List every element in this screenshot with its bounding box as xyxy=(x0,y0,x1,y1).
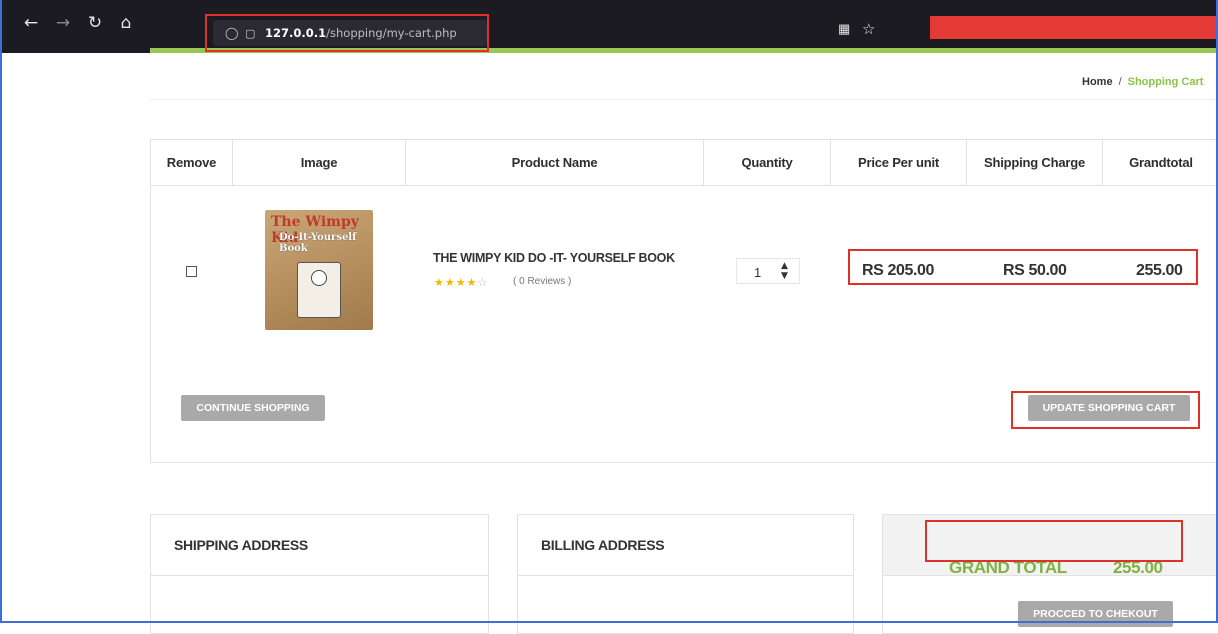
col-quantity: Quantity xyxy=(704,140,831,185)
url-host: 127.0.0.1 xyxy=(265,26,327,40)
grandtotal-value: 255.00 xyxy=(1136,262,1183,279)
product-image[interactable]: The Wimpy Kid Do-It-Yourself Book xyxy=(265,210,373,330)
breadcrumb-separator: / xyxy=(1118,76,1122,88)
grand-total-panel: GRAND TOTAL 255.00 PROCCED TO CHEKOUT xyxy=(882,514,1218,634)
grand-total-label: GRAND TOTAL xyxy=(949,558,1067,577)
stepper-arrows-icon[interactable]: ▲ ▼ xyxy=(781,261,788,281)
browser-toolbar: ← → ↻ ⌂ ◯ ▢ 127.0.0.1/shopping/my-cart.php… xyxy=(0,0,1218,53)
grand-total-value: 255.00 xyxy=(1113,558,1163,577)
redacted-area xyxy=(930,16,1216,39)
col-image: Image xyxy=(233,140,406,185)
col-remove: Remove xyxy=(151,140,233,185)
divider xyxy=(150,99,1218,100)
review-count: ( 0 Reviews ) xyxy=(513,276,572,287)
col-shipping: Shipping Charge xyxy=(967,140,1103,185)
billing-address-title: BILLING ADDRESS xyxy=(518,515,853,576)
page-icon: ▢ xyxy=(245,27,256,40)
breadcrumb-current: Shopping Cart xyxy=(1127,76,1204,88)
breadcrumb-home[interactable]: Home xyxy=(1082,76,1113,88)
unit-price: RS 205.00 xyxy=(862,262,935,279)
url-path: /shopping/my-cart.php xyxy=(326,26,457,40)
qr-code-icon[interactable]: ▦ xyxy=(838,22,852,36)
quantity-stepper[interactable]: 1 ▲ ▼ xyxy=(736,258,800,284)
home-icon[interactable]: ⌂ xyxy=(115,12,137,34)
rating-stars: ★★★★☆ xyxy=(434,276,489,289)
product-name[interactable]: THE WIMPY KID DO -IT- YOURSELF BOOK xyxy=(433,251,675,265)
shipping-address-title: SHIPPING ADDRESS xyxy=(151,515,488,576)
checkout-button[interactable]: PROCCED TO CHEKOUT xyxy=(1018,601,1173,627)
shield-icon: ◯ xyxy=(225,26,239,40)
continue-shopping-button[interactable]: CONTINUE SHOPPING xyxy=(181,395,325,421)
quantity-value: 1 xyxy=(754,265,762,280)
shipping-charge: RS 50.00 xyxy=(1003,262,1067,279)
col-product-name: Product Name xyxy=(406,140,704,185)
back-icon[interactable]: ← xyxy=(20,12,42,34)
site-accent-bar xyxy=(0,48,1218,53)
billing-address-panel: BILLING ADDRESS xyxy=(517,514,854,634)
cover-subtitle: Do-It-Yourself Book xyxy=(279,232,357,254)
bookmark-star-icon[interactable]: ☆ xyxy=(862,21,875,37)
breadcrumb: Home / Shopping Cart xyxy=(1082,76,1203,88)
table-header: Remove Image Product Name Quantity Price… xyxy=(151,140,1218,186)
col-grandtotal: Grandtotal xyxy=(1129,155,1193,170)
address-bar[interactable]: ◯ ▢ 127.0.0.1/shopping/my-cart.php xyxy=(213,20,487,46)
remove-checkbox[interactable] xyxy=(186,266,197,277)
reload-icon[interactable]: ↻ xyxy=(84,12,106,34)
update-cart-button[interactable]: UPDATE SHOPPING CART xyxy=(1028,395,1190,421)
col-price: Price Per unit xyxy=(831,140,967,185)
forward-icon[interactable]: → xyxy=(52,12,74,34)
shipping-address-panel: SHIPPING ADDRESS xyxy=(150,514,489,634)
cart-table: Remove Image Product Name Quantity Price… xyxy=(150,139,1218,463)
